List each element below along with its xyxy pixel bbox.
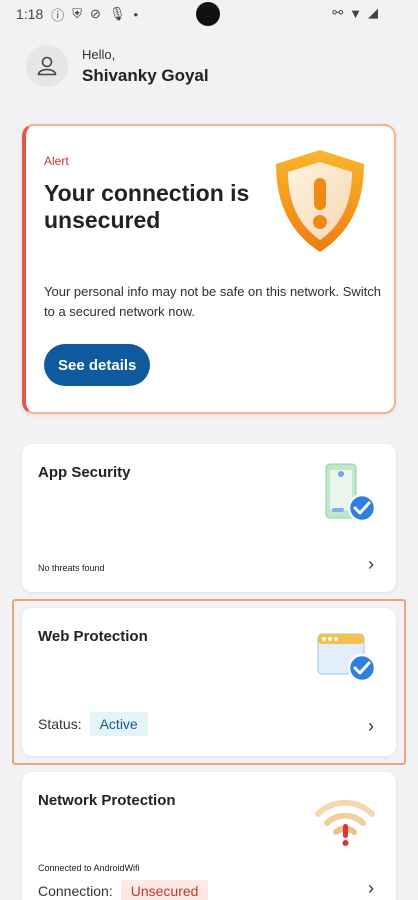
- info-icon: ⓘ: [51, 7, 65, 23]
- vpn-off-icon: ⊘: [90, 6, 101, 21]
- network-connection-row: Connection: Unsecured: [38, 880, 209, 900]
- user-name: Shivanky Goyal: [82, 65, 209, 85]
- wifi-icon: ▼: [349, 5, 362, 21]
- connection-label: Connection:: [38, 883, 113, 899]
- network-connected-text: Connected to AndroidWifi: [38, 863, 140, 873]
- web-protection-card[interactable]: Web Protection Status: Active ›: [22, 608, 396, 756]
- warning-shield-icon: [276, 150, 364, 252]
- user-icon: [37, 56, 57, 76]
- greeting-header: Hello, Shivanky Goyal: [26, 45, 209, 87]
- see-details-button[interactable]: See details: [44, 344, 151, 386]
- greeting-hello: Hello,: [82, 46, 116, 62]
- status-bar: 1:18 ⓘ ⛨ ⊘ 🎙︎ • ⚯ ▼ ◢: [0, 0, 418, 28]
- link-icon: ⚯: [332, 5, 344, 20]
- web-protection-title: Web Protection: [38, 628, 148, 645]
- app-security-card[interactable]: App Security No threats found ›: [22, 444, 396, 592]
- status-time: 1:18: [16, 6, 44, 22]
- connection-badge: Unsecured: [120, 880, 209, 900]
- chevron-right-icon[interactable]: ›: [368, 716, 374, 737]
- signal-icon: ◢: [368, 5, 378, 20]
- browser-check-icon: [317, 633, 377, 683]
- status-label: Status:: [38, 716, 82, 732]
- web-protection-status-row: Status: Active: [38, 712, 148, 736]
- mic-icon: 🎙︎: [108, 6, 126, 21]
- dot-icon: •: [133, 6, 139, 22]
- alert-title: Your connection is unsecured: [44, 180, 250, 233]
- shield-status-icon: ⛨: [72, 6, 83, 21]
- network-protection-card[interactable]: Network Protection Connected to AndroidW…: [22, 772, 396, 900]
- chevron-right-icon[interactable]: ›: [368, 554, 374, 575]
- wifi-warning-icon: [315, 799, 375, 846]
- chevron-right-icon[interactable]: ›: [368, 878, 374, 899]
- camera-cutout: [196, 2, 220, 26]
- alert-description: Your personal info may not be safe on th…: [44, 284, 381, 319]
- status-badge: Active: [89, 712, 148, 736]
- app-security-status: No threats found: [38, 563, 105, 573]
- network-protection-title: Network Protection: [38, 792, 176, 809]
- alert-label: Alert: [44, 154, 69, 168]
- app-security-title: App Security: [38, 464, 131, 481]
- phone-check-icon: [325, 463, 377, 523]
- avatar[interactable]: [26, 45, 68, 87]
- alert-card: Alert Your connection is unsecured Your …: [22, 124, 396, 414]
